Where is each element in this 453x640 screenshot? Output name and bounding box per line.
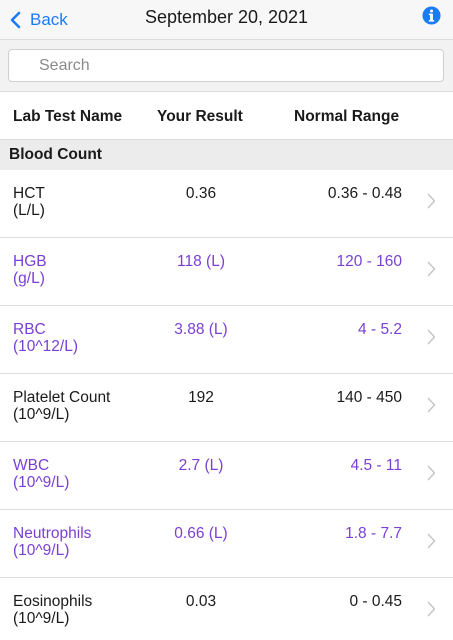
section-header: Blood Count (0, 140, 453, 170)
lab-test-unit: (10^9/L) (13, 474, 70, 491)
column-header-name: Lab Test Name (13, 108, 123, 125)
normal-range-value: 4 - 5.2 (358, 321, 402, 338)
chevron-right-icon (427, 533, 436, 549)
lab-result-value: 2.7 (L) (178, 457, 224, 474)
lab-test-name: HCT (L/L) (13, 185, 143, 219)
normal-range-value: 4.5 - 11 (350, 457, 402, 474)
info-icon[interactable] (422, 6, 441, 25)
chevron-right-icon (427, 601, 436, 617)
lab-test-label: RBC (13, 321, 46, 338)
table-row[interactable]: Platelet Count (10^9/L) 192 140 - 450 (0, 374, 453, 442)
lab-test-unit: (L/L) (13, 202, 45, 219)
chevron-right-icon (427, 329, 436, 345)
lab-test-label: Platelet Count (13, 389, 111, 406)
search-input[interactable] (8, 49, 444, 82)
table-row[interactable]: RBC (10^12/L) 3.88 (L) 4 - 5.2 (0, 306, 453, 374)
lab-test-name: Neutrophils (10^9/L) (13, 525, 143, 559)
lab-test-unit: (10^9/L) (13, 610, 70, 627)
lab-test-unit: (g/L) (13, 270, 45, 287)
normal-range-value: 0 - 0.45 (349, 593, 402, 610)
column-headers: Lab Test Name Your Result Normal Range (0, 92, 453, 140)
lab-result-value: 118 (L) (177, 253, 225, 270)
normal-range-value: 140 - 450 (336, 389, 403, 406)
lab-test-unit: (10^9/L) (13, 542, 70, 559)
lab-test-label: Eosinophils (13, 593, 93, 610)
nav-bar: Back September 20, 2021 (0, 0, 453, 40)
lab-test-label: WBC (13, 457, 50, 474)
lab-test-name: Eosinophils (10^9/L) (13, 593, 143, 627)
lab-result-value: 192 (188, 389, 214, 406)
normal-range-value: 0.36 - 0.48 (327, 185, 402, 202)
normal-range-value: 1.8 - 7.7 (345, 525, 402, 542)
normal-range-value: 120 - 160 (336, 253, 403, 270)
chevron-right-icon (427, 397, 436, 413)
table-row[interactable]: HGB (g/L) 118 (L) 120 - 160 (0, 238, 453, 306)
table-row[interactable]: Eosinophils (10^9/L) 0.03 0 - 0.45 (0, 578, 453, 640)
lab-test-name: HGB (g/L) (13, 253, 143, 287)
column-header-result: Your Result (157, 108, 243, 125)
lab-result-value: 0.66 (L) (174, 525, 228, 542)
page-title: September 20, 2021 (144, 7, 309, 27)
lab-test-name: Platelet Count (10^9/L) (13, 389, 143, 423)
table-row[interactable]: Neutrophils (10^9/L) 0.66 (L) 1.8 - 7.7 (0, 510, 453, 578)
chevron-right-icon (427, 193, 436, 209)
lab-test-unit: (10^9/L) (13, 406, 70, 423)
column-header-range: Normal Range (294, 108, 400, 125)
table-row[interactable]: WBC (10^9/L) 2.7 (L) 4.5 - 11 (0, 442, 453, 510)
lab-test-name: WBC (10^9/L) (13, 457, 143, 491)
lab-test-label: HCT (13, 185, 45, 202)
lab-test-name: RBC (10^12/L) (13, 321, 143, 355)
lab-result-value: 0.36 (185, 185, 217, 202)
lab-test-unit: (10^12/L) (13, 338, 79, 355)
lab-result-value: 3.88 (L) (174, 321, 228, 338)
lab-test-label: Neutrophils (13, 525, 92, 542)
lab-results-list: HCT (L/L) 0.36 0.36 - 0.48 HGB (g/L) 118 (L) 12… (0, 170, 453, 640)
lab-test-label: HGB (13, 253, 47, 270)
table-row[interactable]: HCT (L/L) 0.36 0.36 - 0.48 (0, 170, 453, 238)
chevron-right-icon (427, 261, 436, 277)
lab-result-value: 0.03 (185, 593, 217, 610)
section-title: Blood Count (9, 146, 102, 163)
chevron-right-icon (427, 465, 436, 481)
search-bar (0, 40, 453, 92)
